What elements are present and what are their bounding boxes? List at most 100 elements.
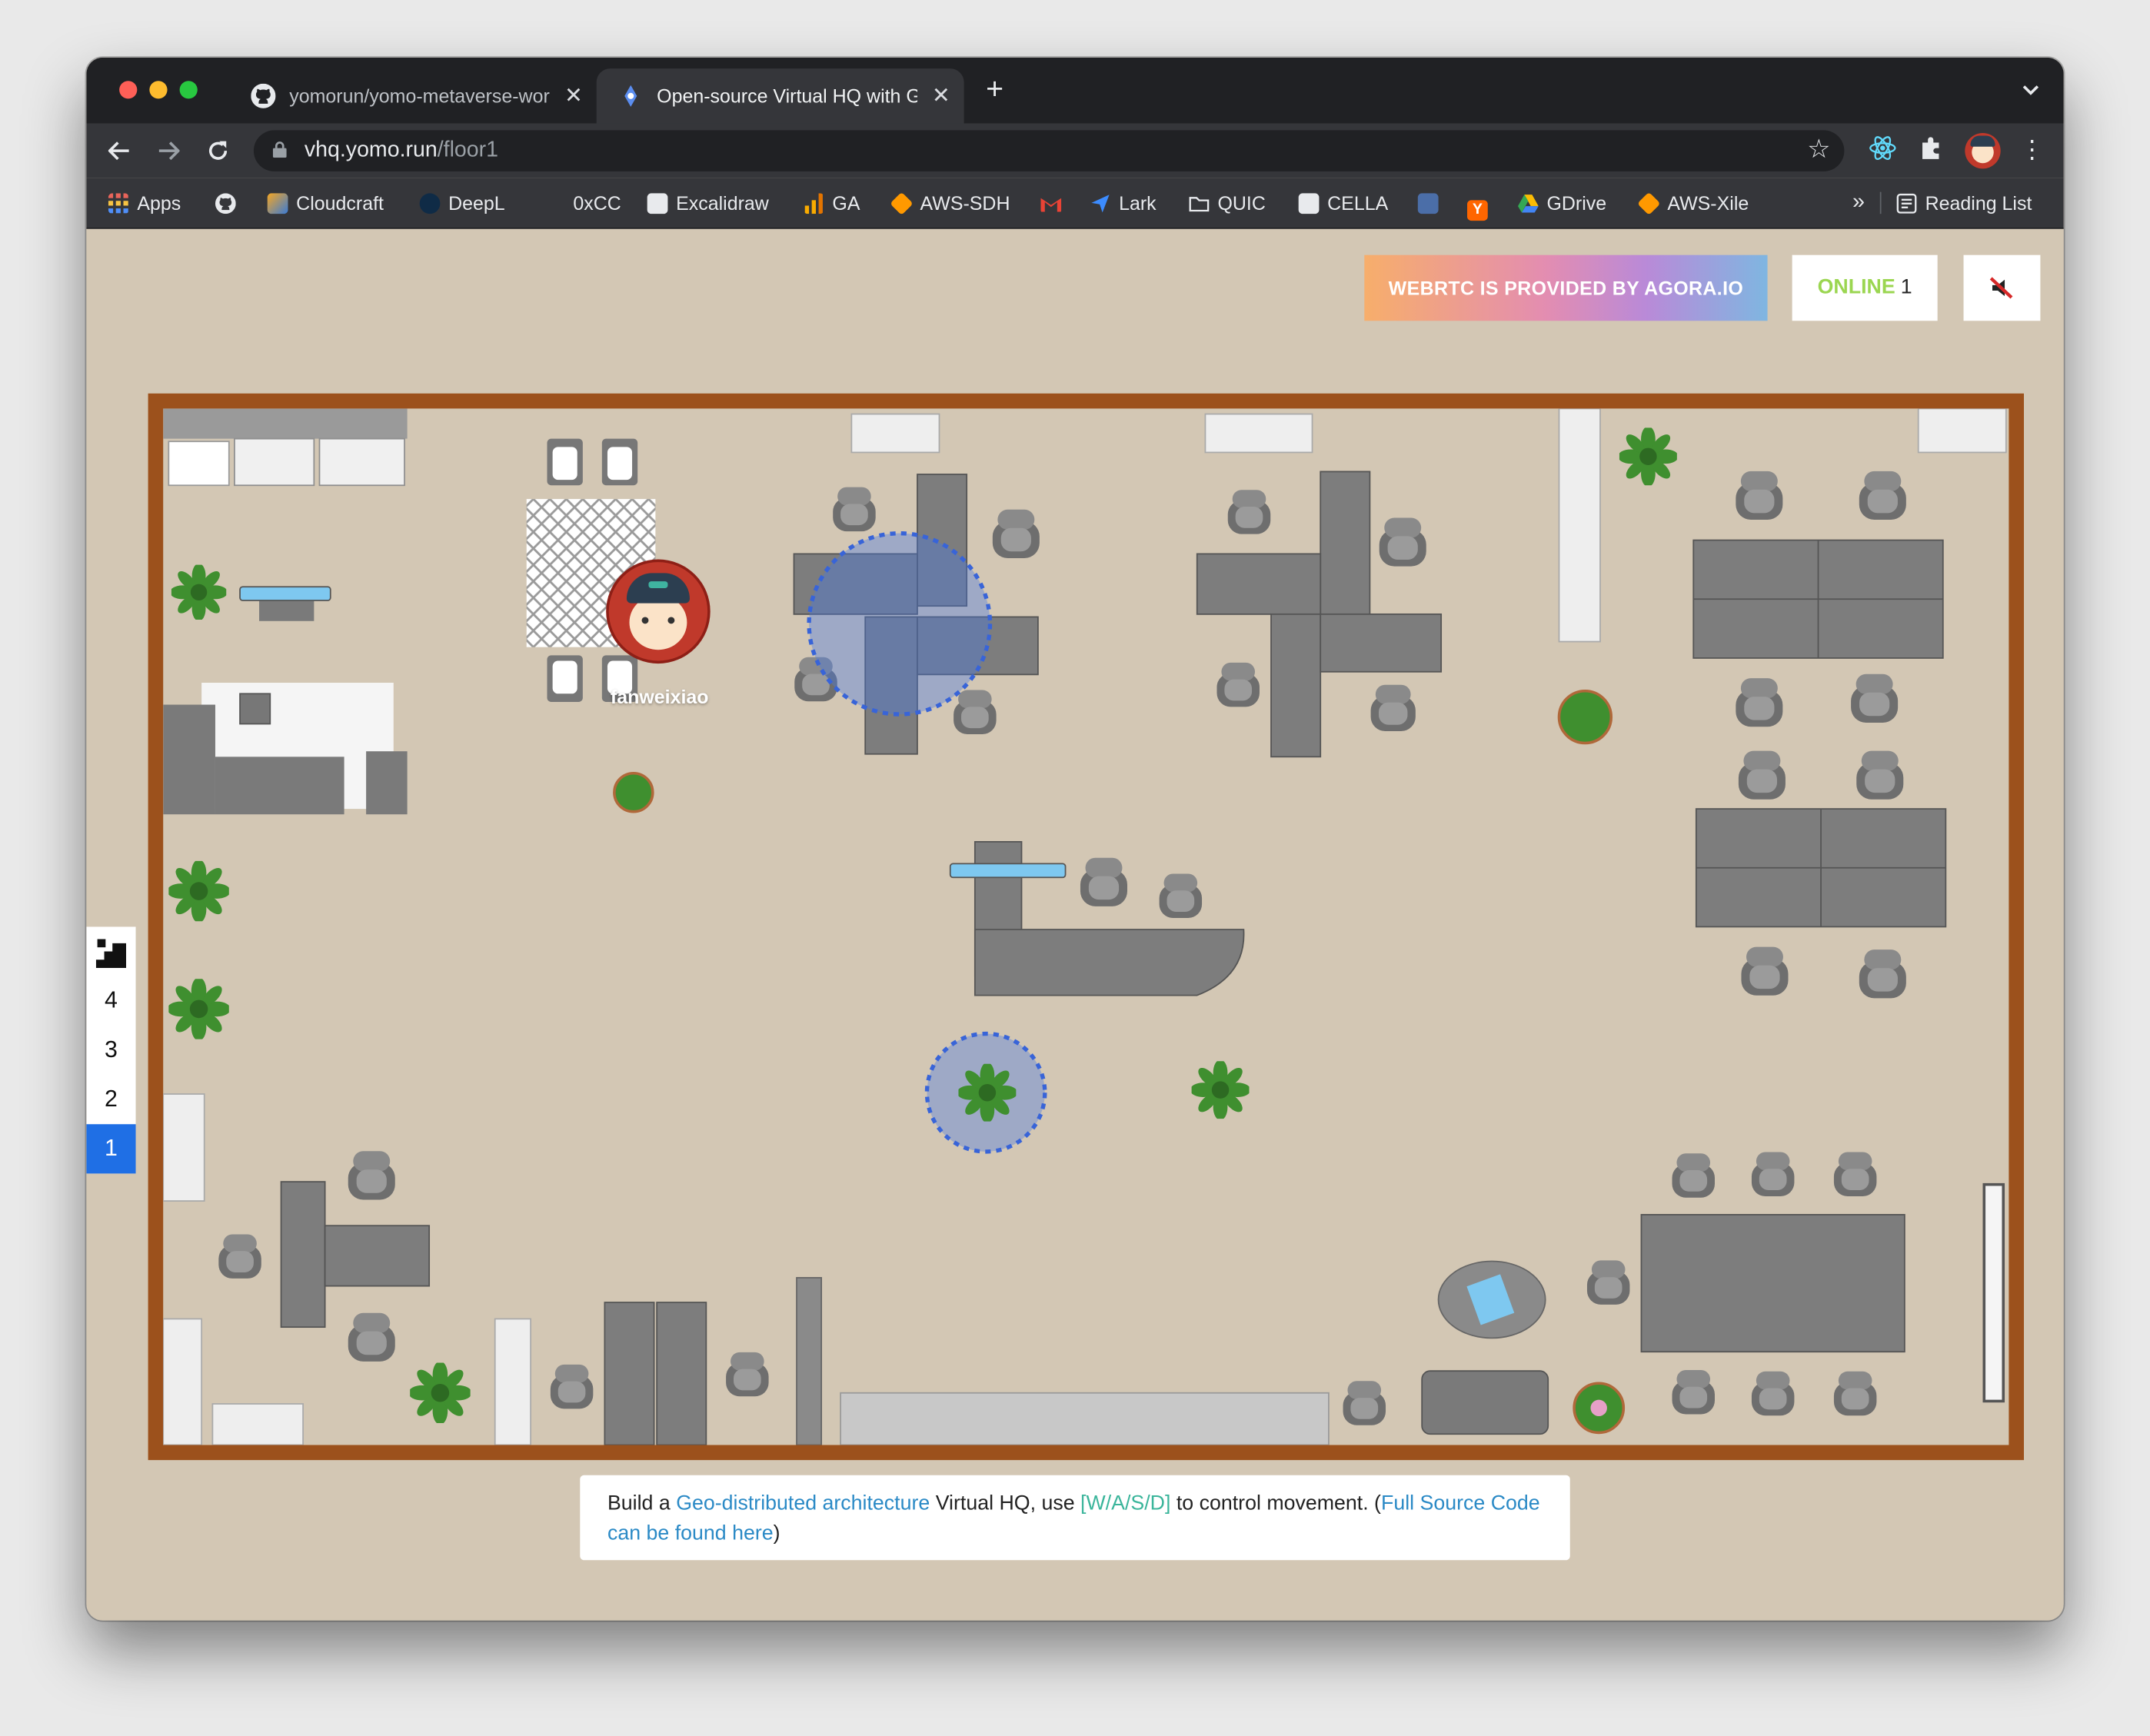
reload-icon[interactable] <box>207 140 229 162</box>
tab-vhq[interactable]: Open-source Virtual HQ with G ✕ <box>596 68 964 124</box>
entrance-mat <box>840 1392 1330 1445</box>
floor-4-button[interactable]: 4 <box>86 976 135 1026</box>
bookmark-label: DeepL <box>448 191 505 215</box>
folder-icon <box>1189 197 1210 212</box>
tab-strip: yomorun/yomo-metaverse-wor ✕ Open-source… <box>86 57 2064 124</box>
bookmark-label: Excalidraw <box>676 191 769 215</box>
aws-icon <box>890 191 914 215</box>
deepl-icon <box>419 193 441 215</box>
bookmark-ga[interactable]: GA <box>804 189 860 217</box>
bookmark-aws-sdh[interactable]: AWS-SDH <box>890 189 1010 217</box>
address-bar[interactable]: vhq.yomo.run/floor1 ☆ <box>253 130 1845 171</box>
agora-banner[interactable]: WEBRTC IS PROVIDED BY AGORA.IO <box>1364 254 1768 321</box>
bookmark-excalidraw[interactable]: Excalidraw <box>647 189 769 217</box>
github-icon <box>215 193 236 215</box>
browser-window: yomorun/yomo-metaverse-wor ✕ Open-source… <box>86 57 2064 1621</box>
bookmarks-bar: Apps Cloudcraft DeepL 0xCC Excalidraw GA… <box>86 178 2064 229</box>
new-tab-button[interactable]: + <box>986 73 1003 103</box>
floor-3-button[interactable]: 3 <box>86 1026 135 1075</box>
bookmark-github[interactable] <box>215 189 244 217</box>
url-path: /floor1 <box>437 138 499 162</box>
bookmark-label: QUIC <box>1217 191 1266 215</box>
plant <box>1619 427 1677 486</box>
browser-menu-icon[interactable]: ⋮ <box>2020 136 2045 164</box>
player-name-label: fanweixiao <box>610 685 709 708</box>
desk-block <box>1692 471 1947 999</box>
desk-cluster <box>218 1151 431 1362</box>
desk-cluster <box>550 1277 823 1445</box>
whiteboard <box>1982 1182 2005 1403</box>
bookmark-gdrive[interactable]: GDrive <box>1518 189 1606 217</box>
info-footer: Build a Geo-distributed architecture Vir… <box>580 1475 1570 1561</box>
bookmark-deepl[interactable]: DeepL <box>419 189 505 217</box>
player-avatar[interactable] <box>608 562 708 661</box>
bookmark-star-icon[interactable]: ☆ <box>1807 135 1830 166</box>
footer-text: to control movement. ( <box>1170 1492 1381 1515</box>
plant <box>1191 1061 1250 1119</box>
floor-1-button[interactable]: 1 <box>86 1124 136 1174</box>
back-arrow-icon[interactable] <box>108 140 131 162</box>
reading-list-icon <box>1896 193 1917 214</box>
stairs-icon <box>95 939 127 968</box>
bookmark-label: CELLA <box>1327 191 1389 215</box>
react-devtools-icon[interactable] <box>1869 135 1897 162</box>
maximize-window-button[interactable] <box>179 81 198 99</box>
forward-arrow-icon[interactable] <box>158 140 180 162</box>
plant <box>410 1362 471 1423</box>
tv-stand <box>239 586 331 621</box>
reading-list-button[interactable]: Reading List <box>1896 189 2032 217</box>
armchair <box>1343 1381 1386 1425</box>
bookmark-quic[interactable]: QUIC <box>1189 189 1266 217</box>
minimize-window-button[interactable] <box>149 81 168 99</box>
office-floor-map[interactable]: fanweixiao <box>163 408 2009 1445</box>
bookmark-doc[interactable] <box>1417 189 1446 217</box>
bookmark-label: AWS-Xile <box>1667 191 1749 215</box>
lock-icon <box>272 141 287 158</box>
tab-label: Open-source Virtual HQ with G <box>657 85 917 108</box>
bookmark-gmail[interactable] <box>1040 189 1069 217</box>
mute-button[interactable] <box>1963 254 2041 321</box>
tab-close-icon[interactable]: ✕ <box>564 82 583 110</box>
close-window-button[interactable] <box>119 81 138 99</box>
floor-2-button[interactable]: 2 <box>86 1075 135 1124</box>
bookmark-label: Cloudcraft <box>296 191 384 215</box>
tab-github[interactable]: yomorun/yomo-metaverse-wor ✕ <box>229 68 597 123</box>
cloudcraft-icon <box>267 193 288 215</box>
tab-search-chevron-icon[interactable] <box>2022 85 2039 96</box>
extensions-puzzle-icon[interactable] <box>1919 135 1946 162</box>
bookmark-label: Apps <box>137 191 181 215</box>
office-map-wall: fanweixiao <box>148 393 2025 1461</box>
meeting-table <box>1640 1152 1905 1416</box>
footer-text: ) <box>773 1521 780 1545</box>
bookmark-label: GDrive <box>1546 191 1607 215</box>
plant <box>168 979 229 1039</box>
bookmark-cloudcraft[interactable]: Cloudcraft <box>267 189 384 217</box>
bookmark-cella[interactable]: CELLA <box>1298 189 1389 217</box>
online-count: 1 <box>1900 275 1912 299</box>
yomo-icon <box>624 85 637 107</box>
kitchen-counter <box>163 408 408 487</box>
armchair <box>1586 1260 1630 1305</box>
architecture-link[interactable]: Geo-distributed architecture <box>676 1492 930 1515</box>
more-bookmarks-button[interactable]: » <box>1852 189 1865 217</box>
bookmark-aws-xile[interactable]: AWS-Xile <box>1637 189 1749 217</box>
bookmarks-divider <box>1879 191 1882 215</box>
sofa <box>1421 1370 1549 1435</box>
lounge-sofa <box>163 683 408 815</box>
profile-avatar[interactable] <box>1965 132 2001 169</box>
bookmark-lark[interactable]: Lark <box>1090 189 1157 217</box>
url-host: vhq.yomo.run <box>304 138 438 162</box>
bookmark-ycombinator[interactable]: Y <box>1467 189 1496 221</box>
excalidraw-icon <box>647 193 668 215</box>
bookmark-label: AWS-SDH <box>920 191 1010 215</box>
tab-label: yomorun/yomo-metaverse-wor <box>289 85 550 108</box>
floor-selector-header <box>86 926 135 976</box>
ycombinator-icon: Y <box>1467 200 1488 221</box>
lark-icon <box>1091 195 1110 213</box>
movement-keys: [W/A/S/D] <box>1080 1492 1171 1515</box>
gmail-icon <box>1040 198 1062 212</box>
plant <box>613 771 654 813</box>
bookmark-0xcc[interactable]: 0xCC <box>573 189 621 217</box>
tab-close-icon[interactable]: ✕ <box>932 82 950 110</box>
bookmark-apps[interactable]: Apps <box>108 189 181 217</box>
